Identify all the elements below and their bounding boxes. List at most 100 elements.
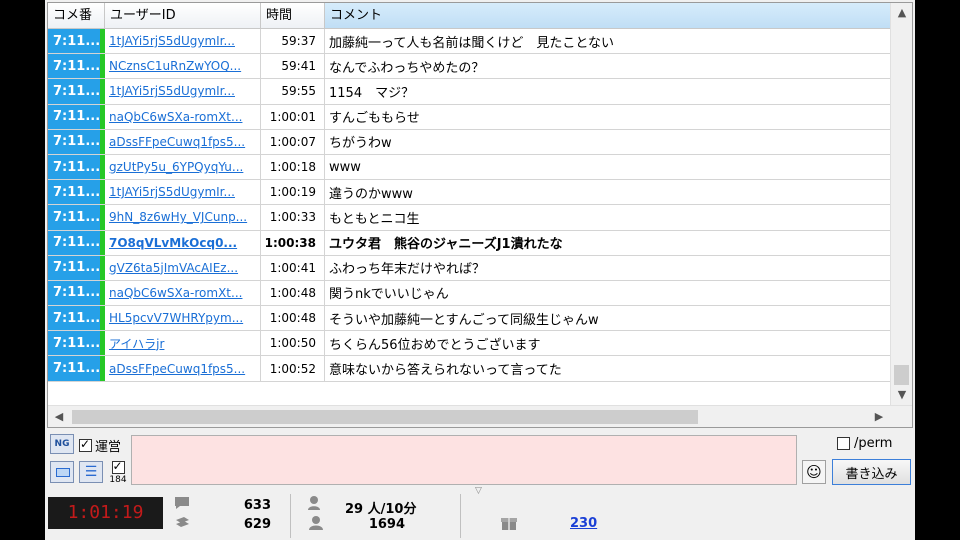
comment-no-cell: 7:11... bbox=[48, 356, 105, 381]
write-button[interactable]: 書き込み bbox=[832, 459, 911, 485]
user-id-link[interactable]: aDssFFpeCuwq1fps5... bbox=[105, 356, 261, 381]
table-row[interactable]: 7:11... gzUtPy5u_6YPQyqYu... 1:00:18 www bbox=[48, 154, 891, 181]
splitter-triangle-icon[interactable]: ▽ bbox=[475, 486, 482, 496]
user-id-link[interactable]: 9hN_8z6wHy_VJCunp... bbox=[105, 205, 261, 230]
table-row[interactable]: 7:11... NCznsC1uRnZwYOQ... 59:41 なんでふわっちやめた… bbox=[48, 54, 891, 80]
comment-cell: www bbox=[329, 159, 361, 175]
header-time[interactable]: 時間 bbox=[261, 3, 325, 29]
comment-no-cell: 7:11... bbox=[48, 104, 105, 129]
comment-cell: なんでふわっちやめたの？ bbox=[329, 60, 485, 76]
comment-no-cell: 7:11... bbox=[48, 230, 105, 255]
visitors-icon bbox=[309, 516, 323, 530]
comment-cell: すんごももらせ bbox=[329, 111, 420, 127]
comment-cell: 意味ないから答えられないって言ってた bbox=[329, 363, 562, 379]
user-id-link[interactable]: 7O8qVLvMkOcq0... bbox=[105, 230, 261, 255]
comment-count: 633 bbox=[243, 498, 271, 513]
table-row[interactable]: 7:11... HL5pcvV7WHRYpym... 1:00:48 そういや加藤純一… bbox=[48, 306, 891, 332]
time-cell: 1:00:18 bbox=[261, 154, 325, 180]
gift-icon bbox=[501, 518, 517, 530]
comment-no-cell: 7:11... bbox=[48, 180, 105, 205]
comment-cell: 1154 マジ？ bbox=[329, 85, 415, 101]
user-id-link[interactable]: naQbC6wSXa-romXt... bbox=[105, 280, 261, 306]
user-id-link[interactable]: naQbC6wSXa-romXt... bbox=[105, 104, 261, 129]
horizontal-scroll-thumb[interactable] bbox=[72, 410, 698, 424]
unei-check-icon[interactable] bbox=[79, 437, 92, 452]
header-comment[interactable]: コメント bbox=[325, 3, 891, 29]
perm-check-icon[interactable] bbox=[837, 437, 850, 450]
time-cell: 1:00:01 bbox=[261, 104, 325, 129]
table-row[interactable]: 7:11... gVZ6ta5jImVAcAIEz... 1:00:41 ふわっち年末… bbox=[48, 255, 891, 281]
time-cell: 1:00:52 bbox=[261, 356, 325, 381]
separator bbox=[460, 494, 461, 538]
time-cell: 1:00:48 bbox=[261, 280, 325, 306]
anonymous-184-toggle[interactable]: 184 bbox=[109, 459, 127, 485]
comment-cell: 関うnkでいいじゃん bbox=[329, 287, 449, 303]
vertical-scrollbar[interactable]: ▲ ▼ bbox=[890, 3, 912, 405]
time-cell: 1:00:48 bbox=[261, 306, 325, 331]
time-cell: 59:37 bbox=[261, 29, 325, 54]
visitor-count: 1694 bbox=[368, 517, 405, 532]
comment-cell: 違うのかwww bbox=[329, 186, 413, 202]
vertical-scroll-thumb[interactable] bbox=[894, 365, 909, 385]
time-cell: 1:00:50 bbox=[261, 331, 325, 356]
smile-icon[interactable]: ☺ bbox=[802, 460, 826, 484]
user-id-link[interactable]: gzUtPy5u_6YPQyqYu... bbox=[105, 154, 261, 180]
comment-cell: ちがうわw bbox=[329, 136, 392, 152]
gift-count-link[interactable]: 230 bbox=[570, 516, 597, 531]
table-row[interactable]: 7:11... aDssFFpeCuwq1fps5... 1:00:07 ちがうわw bbox=[48, 129, 891, 155]
anon-label: 184 bbox=[109, 475, 127, 485]
table-row[interactable]: 7:11... 1tJAYi5rjS5dUgymIr... 1:00:19 違うのかw… bbox=[48, 180, 891, 206]
keyboard-icon[interactable] bbox=[50, 461, 74, 483]
comment-viewer-window: コメ番 ユーザーID 時間 コメント 7:11... 1tJAYi5rjS5dUg… bbox=[45, 0, 915, 540]
comment-no-cell: 7:11... bbox=[48, 54, 105, 79]
comment-cell: ふわっち年末だけやれば？ bbox=[329, 262, 486, 278]
table-row[interactable]: 7:11... naQbC6wSXa-romXt... 1:00:01 すんごももらせ bbox=[48, 104, 891, 130]
user-id-link[interactable]: 1tJAYi5rjS5dUgymIr... bbox=[105, 79, 261, 104]
scroll-left-icon[interactable]: ◀ bbox=[48, 406, 70, 427]
scroll-down-icon[interactable]: ▼ bbox=[891, 385, 912, 405]
header-user-id[interactable]: ユーザーID bbox=[105, 3, 261, 29]
comment-no-cell: 7:11... bbox=[48, 255, 105, 280]
comment-no-cell: 7:11... bbox=[48, 129, 105, 154]
scroll-right-icon[interactable]: ▶ bbox=[868, 406, 890, 427]
table-row[interactable]: 7:11... 7O8qVLvMkOcq0... 1:00:38 ユウタ君 熊谷のジャ… bbox=[48, 230, 891, 256]
comment-stack-icon bbox=[176, 517, 189, 527]
comment-no-cell: 7:11... bbox=[48, 280, 105, 306]
time-cell: 1:00:38 bbox=[261, 230, 325, 255]
user-id-link[interactable]: 1tJAYi5rjS5dUgymIr... bbox=[105, 180, 261, 205]
header-comment-no[interactable]: コメ番 bbox=[48, 3, 105, 29]
table-row[interactable]: 7:11... 9hN_8z6wHy_VJCunp... 1:00:33 もともとニコ… bbox=[48, 205, 891, 231]
table-row[interactable]: 7:11... 1tJAYi5rjS5dUgymIr... 59:37 加藤純一って人… bbox=[48, 29, 891, 55]
user-id-link[interactable]: HL5pcvV7WHRYpym... bbox=[105, 306, 261, 331]
user-id-link[interactable]: 1tJAYi5rjS5dUgymIr... bbox=[105, 29, 261, 54]
status-bar: ▽ 1:01:19 633 629 29 人/10分 1694 230 bbox=[45, 486, 915, 540]
elapsed-timer: 1:01:19 bbox=[48, 497, 163, 529]
comment-cell: ちくらん56位おめでとうございます bbox=[329, 337, 541, 353]
time-cell: 59:55 bbox=[261, 79, 325, 104]
table-row[interactable]: 7:11... アイハラjr 1:00:50 ちくらん56位おめでとうございます bbox=[48, 331, 891, 357]
scroll-up-icon[interactable]: ▲ bbox=[891, 3, 912, 23]
second-count: 629 bbox=[243, 517, 271, 532]
table-row[interactable]: 7:11... naQbC6wSXa-romXt... 1:00:48 関うnkでいい… bbox=[48, 280, 891, 307]
unei-label: 運営 bbox=[95, 440, 122, 455]
user-id-link[interactable]: aDssFFpeCuwq1fps5... bbox=[105, 129, 261, 154]
comment-cell: そういや加藤純一とすんごって同級生じゃんw bbox=[329, 312, 599, 328]
unei-checkbox[interactable]: 運営 bbox=[79, 436, 121, 455]
user-id-link[interactable]: NCznsC1uRnZwYOQ... bbox=[105, 54, 261, 79]
comment-no-cell: 7:11... bbox=[48, 306, 105, 331]
ng-button[interactable]: NG bbox=[50, 434, 74, 454]
comment-no-cell: 7:11... bbox=[48, 154, 105, 180]
table-row[interactable]: 7:11... aDssFFpeCuwq1fps5... 1:00:52 意味ないから… bbox=[48, 356, 891, 382]
anon-check-icon[interactable] bbox=[111, 459, 125, 474]
comment-cell: もともとニコ生 bbox=[329, 211, 420, 227]
comment-no-cell: 7:11... bbox=[48, 29, 105, 54]
user-id-link[interactable]: gVZ6ta5jImVAcAIEz... bbox=[105, 255, 261, 280]
comment-cell: ユウタ君 熊谷のジャニーズJ1潰れたな bbox=[329, 237, 563, 253]
list-icon[interactable]: ☰ bbox=[79, 461, 103, 483]
perm-checkbox[interactable]: /perm bbox=[833, 436, 892, 451]
table-row[interactable]: 7:11... 1tJAYi5rjS5dUgymIr... 59:55 1154 マジ… bbox=[48, 79, 891, 105]
horizontal-scrollbar[interactable]: ◀ ▶ bbox=[48, 405, 912, 427]
comment-no-cell: 7:11... bbox=[48, 205, 105, 230]
comment-input[interactable] bbox=[131, 435, 797, 485]
user-id-link[interactable]: アイハラjr bbox=[105, 331, 261, 356]
